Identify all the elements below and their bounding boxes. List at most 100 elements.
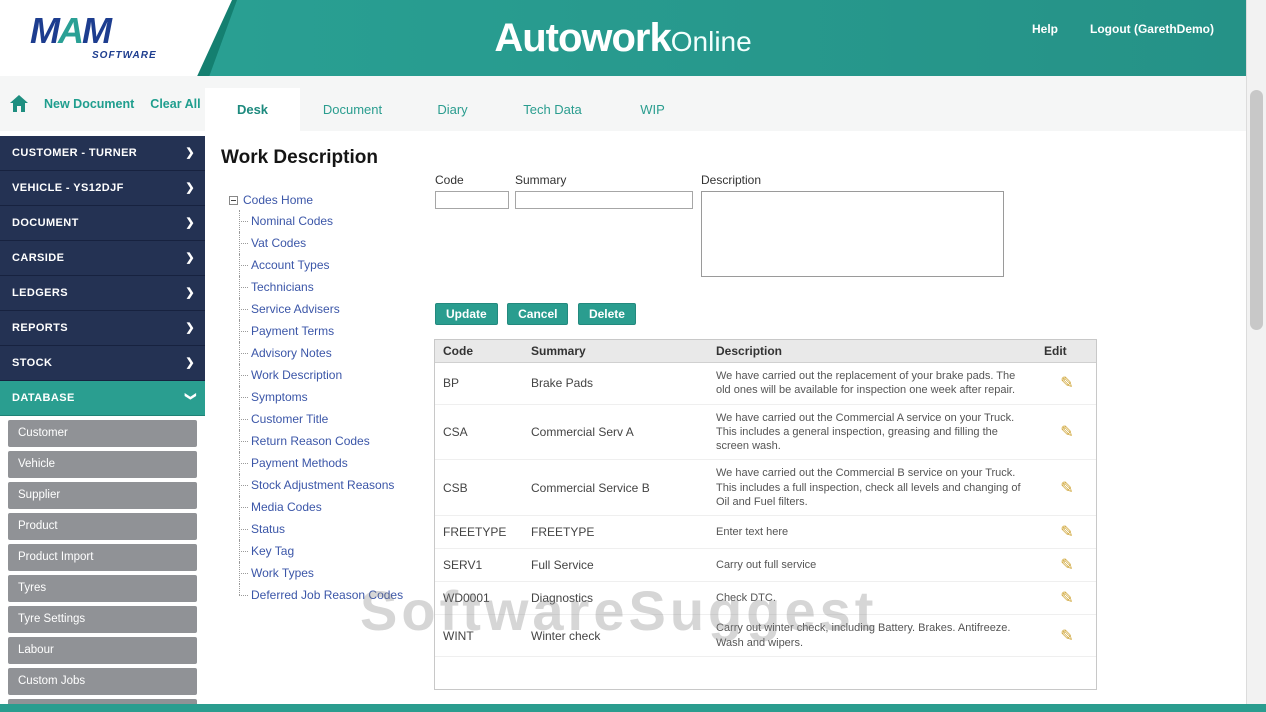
code-label: Code [435, 173, 464, 187]
tree-item-service-advisers[interactable]: Service Advisers [239, 298, 439, 320]
table-row: WD0001 Diagnostics Check DTC. ✎ [435, 581, 1096, 616]
row-description: Carry out winter check, including Batter… [708, 614, 1036, 657]
tree-item-customer-title[interactable]: Customer Title [239, 408, 439, 430]
tab-tech-data[interactable]: Tech Data [500, 88, 605, 131]
sidebar-subitem-supplier[interactable]: Supplier [8, 482, 197, 509]
chevron-right-icon: ❯ [185, 147, 195, 159]
tree-item-status[interactable]: Status [239, 518, 439, 540]
sidebar-subitem-product-import[interactable]: Product Import [8, 544, 197, 571]
tree-item-stock-adjustment-reasons[interactable]: Stock Adjustment Reasons [239, 474, 439, 496]
row-description: Carry out full service [708, 548, 1036, 583]
sidebar-subitem-labour[interactable]: Labour [8, 637, 197, 664]
tab-document[interactable]: Document [300, 88, 405, 131]
scrollbar[interactable] [1246, 0, 1266, 704]
row-description: Check DTC. [708, 581, 1036, 616]
mam-logo-text: MAM [30, 10, 112, 51]
update-button[interactable]: Update [435, 303, 498, 325]
sidebar-item-customer-turner[interactable]: CUSTOMER - TURNER ❯ [0, 136, 205, 171]
edit-pencil-icon[interactable]: ✎ [1060, 478, 1073, 498]
toolbar: New Document Clear All Desk Document Dia… [0, 76, 1246, 131]
tree-item-nominal-codes[interactable]: Nominal Codes [239, 210, 439, 232]
page-title: Work Description [221, 147, 378, 168]
row-summary: Diagnostics [523, 581, 708, 616]
row-code: WINT [435, 614, 523, 657]
tree-item-key-tag[interactable]: Key Tag [239, 540, 439, 562]
sidebar-item-ledgers[interactable]: LEDGERS ❯ [0, 276, 205, 311]
row-code: CSB [435, 459, 523, 517]
chevron-right-icon: ❯ [185, 322, 195, 334]
description-label: Description [701, 173, 762, 187]
tab-wip[interactable]: WIP [605, 88, 700, 131]
tree-item-work-description[interactable]: Work Description [239, 364, 439, 386]
tab-bar: Desk Document Diary Tech Data WIP [205, 88, 700, 131]
toolbar-left: New Document Clear All [10, 76, 201, 131]
sidebar: CUSTOMER - TURNER ❯ VEHICLE - YS12DJF ❯ DO… [0, 131, 205, 704]
sidebar-subitem-customer[interactable]: Customer [8, 420, 197, 447]
tree-root-codes-home[interactable]: Codes Home [229, 193, 439, 207]
sidebar-subitem-custom-jobs[interactable]: Custom Jobs [8, 668, 197, 695]
sidebar-item-reports[interactable]: REPORTS ❯ [0, 311, 205, 346]
tree-item-vat-codes[interactable]: Vat Codes [239, 232, 439, 254]
tree-item-deferred-job-reason-codes[interactable]: Deferred Job Reason Codes [239, 584, 439, 606]
new-document-link[interactable]: New Document [44, 97, 134, 111]
main-content: Work Description Codes Home Nominal Code… [205, 131, 1246, 704]
tree-item-return-reason-codes[interactable]: Return Reason Codes [239, 430, 439, 452]
chevron-right-icon: ❯ [185, 182, 195, 194]
summary-input[interactable] [515, 191, 693, 209]
table-row: SERV1 Full Service Carry out full servic… [435, 548, 1096, 583]
row-description: Enter text here [708, 515, 1036, 550]
row-summary: FREETYPE [523, 515, 708, 550]
collapse-icon[interactable] [229, 195, 238, 205]
tree-item-symptoms[interactable]: Symptoms [239, 386, 439, 408]
edit-pencil-icon[interactable]: ✎ [1060, 588, 1073, 608]
scrollbar-thumb[interactable] [1250, 90, 1263, 330]
tree-item-work-types[interactable]: Work Types [239, 562, 439, 584]
edit-pencil-icon[interactable]: ✎ [1060, 522, 1073, 542]
tab-desk[interactable]: Desk [205, 88, 300, 131]
tree-item-payment-methods[interactable]: Payment Methods [239, 452, 439, 474]
sidebar-subitem-tyre-settings[interactable]: Tyre Settings [8, 606, 197, 633]
edit-pencil-icon[interactable]: ✎ [1060, 626, 1073, 646]
form-buttons: Update Cancel Delete [435, 303, 641, 325]
row-description: We have carried out the Commercial B ser… [708, 459, 1036, 517]
edit-pencil-icon[interactable]: ✎ [1060, 373, 1073, 393]
edit-pencil-icon[interactable]: ✎ [1060, 422, 1073, 442]
code-input[interactable] [435, 191, 509, 209]
tree-item-technicians[interactable]: Technicians [239, 276, 439, 298]
chevron-right-icon: ❯ [185, 217, 195, 229]
logout-link[interactable]: Logout (GarethDemo) [1090, 22, 1214, 36]
sidebar-subitem-tyres[interactable]: Tyres [8, 575, 197, 602]
tree-item-account-types[interactable]: Account Types [239, 254, 439, 276]
sidebar-subitem-product[interactable]: Product [8, 513, 197, 540]
sidebar-item-vehicle[interactable]: VEHICLE - YS12DJF ❯ [0, 171, 205, 206]
sidebar-subitem-vehicle[interactable]: Vehicle [8, 451, 197, 478]
clear-all-link[interactable]: Clear All [150, 97, 200, 111]
sidebar-item-document[interactable]: DOCUMENT ❯ [0, 206, 205, 241]
row-code: BP [435, 362, 523, 405]
tab-diary[interactable]: Diary [405, 88, 500, 131]
edit-pencil-icon[interactable]: ✎ [1060, 555, 1073, 575]
codes-tree: Codes Home Nominal Codes Vat Codes Accou… [229, 193, 439, 606]
delete-button[interactable]: Delete [577, 303, 636, 325]
tree-item-payment-terms[interactable]: Payment Terms [239, 320, 439, 342]
codes-table: Code Summary Description Edit BP Brake P… [435, 340, 1096, 657]
table-row: FREETYPE FREETYPE Enter text here ✎ [435, 515, 1096, 550]
sidebar-item-stock[interactable]: STOCK ❯ [0, 346, 205, 381]
row-code: SERV1 [435, 548, 523, 583]
cancel-button[interactable]: Cancel [507, 303, 569, 325]
table-row: CSA Commercial Serv A We have carried ou… [435, 404, 1096, 461]
tree-item-media-codes[interactable]: Media Codes [239, 496, 439, 518]
sidebar-item-carside[interactable]: CARSIDE ❯ [0, 241, 205, 276]
column-header-summary: Summary [523, 340, 708, 363]
row-description: We have carried out the Commercial A ser… [708, 404, 1036, 461]
column-header-code: Code [435, 340, 523, 363]
tree-item-advisory-notes[interactable]: Advisory Notes [239, 342, 439, 364]
bottom-accent-bar [0, 704, 1266, 712]
home-icon[interactable] [10, 95, 28, 112]
summary-label: Summary [515, 173, 567, 187]
help-link[interactable]: Help [1032, 22, 1058, 36]
table-row: WINT Winter check Carry out winter check… [435, 614, 1096, 657]
app-header: MAM SOFTWARE AutoworkOnline Help Logout … [0, 0, 1246, 76]
sidebar-item-database[interactable]: DATABASE ❯ [0, 381, 205, 416]
description-textarea[interactable] [701, 191, 1004, 277]
